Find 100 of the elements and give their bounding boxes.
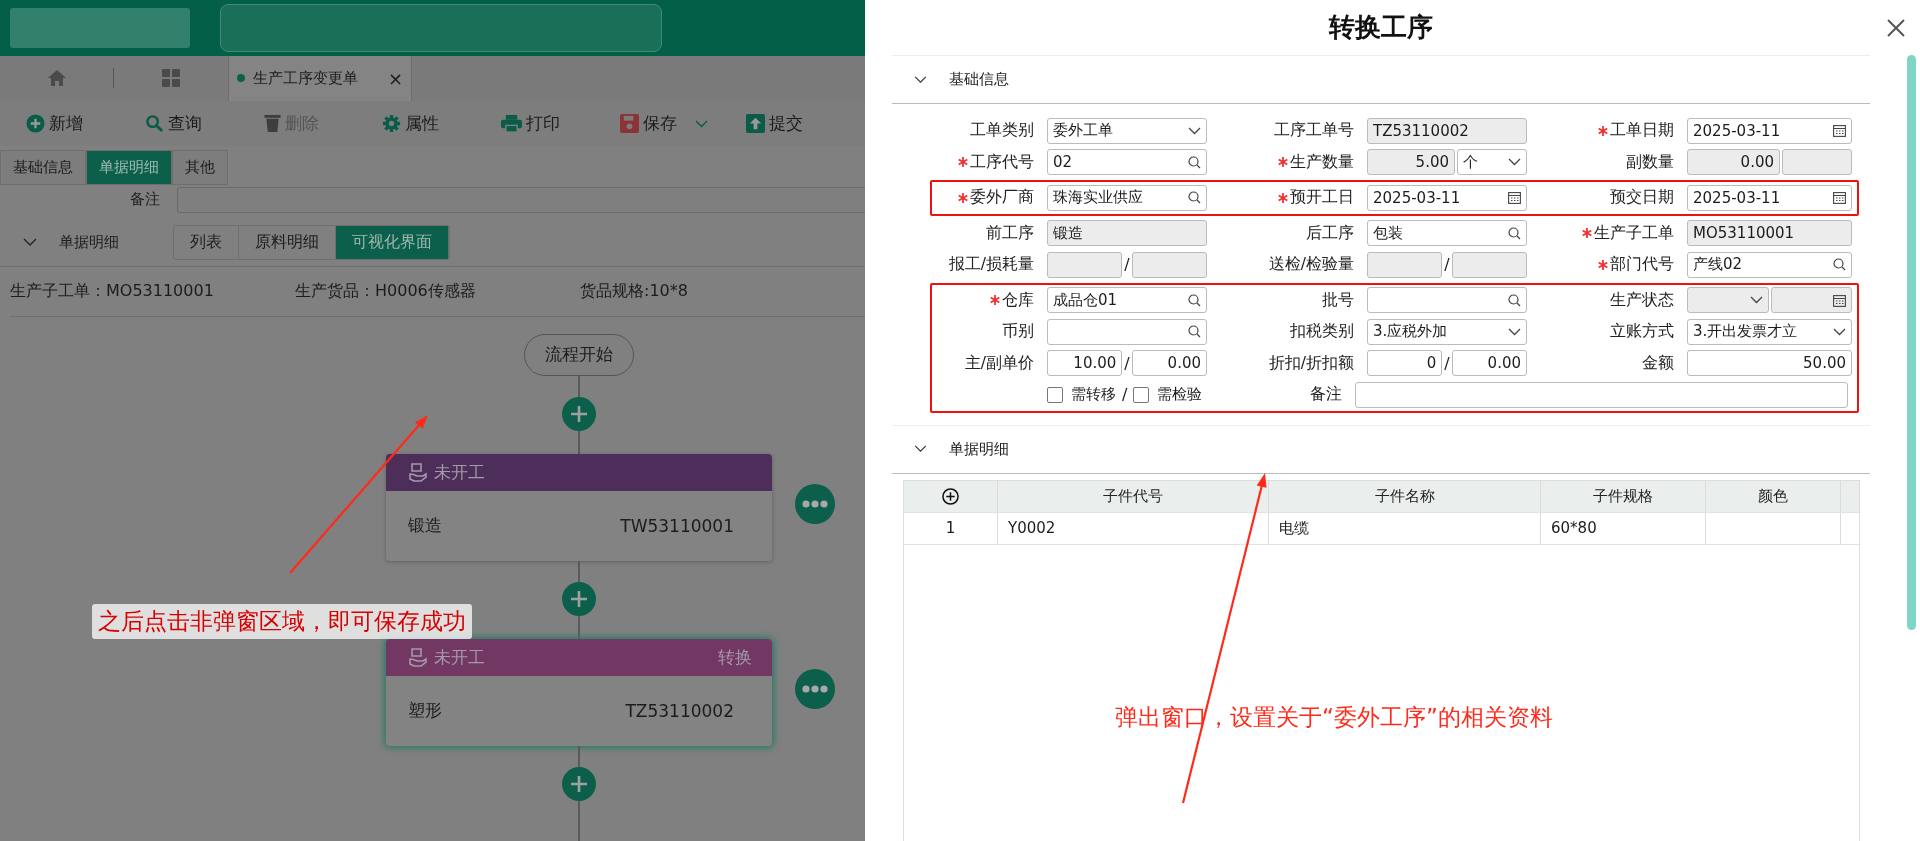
- form-tab[interactable]: 其他: [172, 150, 228, 186]
- input-field[interactable]: 0.00: [1451, 350, 1527, 377]
- toolbar-button[interactable]: 查询: [144, 112, 264, 136]
- date-field[interactable]: 2025-03-11: [1367, 184, 1527, 211]
- section-title: 单据明细: [949, 439, 1009, 459]
- field-label: 主/副单价: [964, 352, 1034, 374]
- field-label: 生产数量: [1290, 151, 1354, 173]
- table-cell: 60*80: [1541, 512, 1706, 544]
- tab-label: 生产工序变更单: [253, 68, 358, 88]
- chevron-down-icon: [1749, 296, 1763, 305]
- lookup-field[interactable]: 产线02: [1687, 251, 1852, 278]
- dropdown-field[interactable]: [1687, 287, 1769, 314]
- remark-field[interactable]: [177, 186, 865, 213]
- input-field[interactable]: 锻造: [1047, 220, 1207, 247]
- section-title: 单据明细: [59, 233, 119, 253]
- field-label: 备注: [1310, 384, 1342, 406]
- process-name: 塑形: [408, 699, 442, 723]
- dropdown-field[interactable]: 3.应税外加: [1367, 318, 1527, 345]
- chevron-down-icon: [1188, 126, 1201, 135]
- annotation-text: 之后点击非弹窗区域，即可保存成功: [92, 604, 472, 639]
- input-field[interactable]: 0.00: [1687, 149, 1780, 176]
- flow-start-node: 流程开始: [524, 334, 634, 376]
- dropdown-field[interactable]: 委外工单: [1047, 117, 1207, 144]
- checkbox-label: 需检验: [1157, 385, 1203, 405]
- input-field[interactable]: [1047, 251, 1123, 278]
- add-row-icon[interactable]: [942, 487, 959, 505]
- lookup-field[interactable]: [1047, 318, 1207, 345]
- page-tab[interactable]: 生产工序变更单 ×: [228, 55, 412, 101]
- process-card[interactable]: 未开工 锻造 TW53110001: [386, 454, 772, 561]
- toolbar-button[interactable]: 打印: [501, 112, 620, 136]
- close-button[interactable]: ×: [387, 67, 403, 89]
- input-field[interactable]: MO53110001: [1687, 220, 1852, 247]
- search-icon: [144, 114, 164, 134]
- add-step-button[interactable]: [562, 397, 596, 431]
- input-field[interactable]: [1451, 251, 1527, 278]
- input-field[interactable]: 0: [1367, 350, 1443, 377]
- lookup-field[interactable]: 包装: [1367, 220, 1527, 247]
- checkbox[interactable]: [1047, 386, 1063, 403]
- input-field[interactable]: 0.00: [1131, 350, 1207, 377]
- process-code: TW53110001: [620, 516, 734, 536]
- settings-icon: [382, 114, 402, 134]
- form-tab[interactable]: 基础信息: [0, 150, 86, 186]
- form-tab[interactable]: 单据明细: [86, 150, 172, 186]
- lookup-field[interactable]: 成品仓01: [1047, 287, 1207, 314]
- lookup-field[interactable]: 02: [1047, 149, 1207, 176]
- toolbar-button[interactable]: 属性: [382, 112, 501, 136]
- toolbar-button[interactable]: 提交: [746, 112, 865, 136]
- calendar-icon: [1508, 191, 1521, 205]
- search-icon: [1188, 191, 1201, 205]
- chevron-icon[interactable]: [914, 445, 927, 453]
- field-label: 币别: [1002, 321, 1034, 343]
- dropdown-field[interactable]: 个: [1457, 149, 1527, 176]
- upload-icon: [746, 114, 766, 134]
- scrollbar-thumb[interactable]: [1907, 55, 1916, 630]
- table-cell: 电缆: [1269, 512, 1541, 544]
- section-title: 基础信息: [949, 70, 1009, 89]
- close-icon[interactable]: [1887, 19, 1905, 37]
- input-field[interactable]: TZ53110002: [1367, 117, 1527, 144]
- input-field[interactable]: [1782, 149, 1852, 176]
- field-label: 部门代号: [1610, 254, 1674, 276]
- chevron-icon[interactable]: [23, 238, 37, 248]
- add-step-button[interactable]: [562, 767, 596, 801]
- lookup-field[interactable]: [1367, 287, 1527, 314]
- grid-icon[interactable]: [160, 68, 181, 89]
- home-icon[interactable]: [46, 68, 67, 89]
- view-tab[interactable]: 可视化界面: [336, 226, 449, 260]
- checkbox[interactable]: [1133, 386, 1150, 403]
- field-label: 批号: [1322, 289, 1354, 311]
- toolbar-button[interactable]: 新增: [26, 112, 145, 136]
- view-tab[interactable]: 列表: [174, 226, 239, 260]
- input-field[interactable]: 50.00: [1687, 350, 1852, 377]
- field-label: 工单日期: [1610, 120, 1674, 142]
- field-label: 工单类别: [970, 120, 1034, 142]
- input-field[interactable]: [1355, 381, 1848, 408]
- date-field[interactable]: 2025-03-11: [1687, 117, 1852, 144]
- search-icon: [1188, 155, 1201, 169]
- field-label: 委外厂商: [970, 187, 1034, 209]
- input-field[interactable]: 10.00: [1047, 350, 1123, 377]
- date-field[interactable]: 2025-03-11: [1687, 184, 1852, 211]
- field-label: 折扣/折扣额: [1268, 352, 1354, 374]
- field-label: 副数量: [1626, 151, 1674, 173]
- process-card[interactable]: 未开工 转换 塑形 TZ53110002: [386, 639, 772, 746]
- add-step-button[interactable]: [562, 582, 596, 616]
- date-field[interactable]: [1770, 287, 1852, 314]
- field-label: 报工/损耗量: [948, 254, 1034, 276]
- chevron-down-icon: [1833, 327, 1846, 336]
- input-field[interactable]: 5.00: [1367, 149, 1455, 176]
- status-text: 未开工: [434, 646, 485, 669]
- input-field[interactable]: [1131, 251, 1207, 278]
- separator-text: /: [1444, 255, 1450, 275]
- status-dot: [237, 74, 245, 83]
- dropdown-field[interactable]: 3.开出发票才立: [1687, 318, 1852, 345]
- lookup-field[interactable]: 珠海实业供应: [1047, 184, 1207, 211]
- more-options-button[interactable]: [795, 669, 835, 709]
- field-label: 仓库: [1002, 289, 1034, 311]
- chevron-icon[interactable]: [914, 75, 927, 84]
- field-label: 生产状态: [1610, 289, 1674, 311]
- input-field[interactable]: [1367, 251, 1443, 278]
- more-options-button[interactable]: [795, 484, 835, 524]
- toolbar-button[interactable]: 保存: [619, 112, 747, 136]
